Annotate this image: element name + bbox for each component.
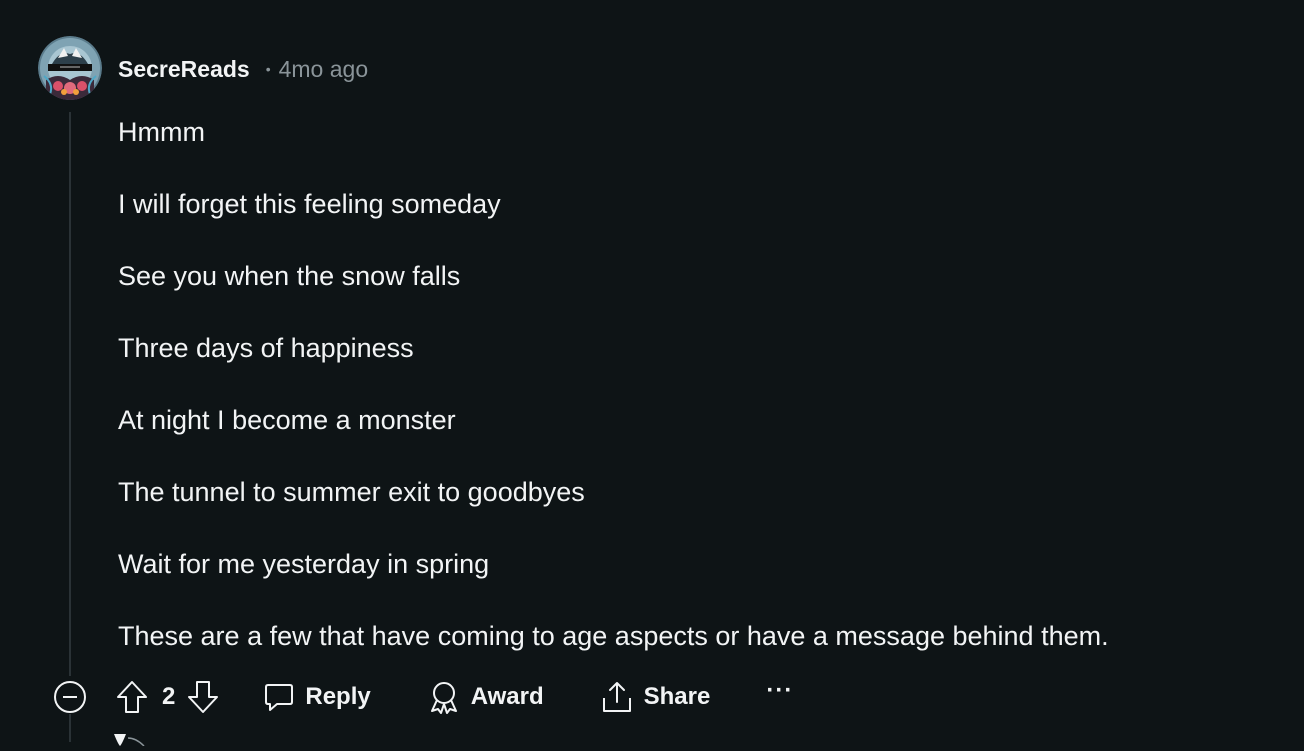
meta-separator: •	[265, 61, 271, 77]
arrow-down-icon	[188, 681, 219, 713]
collapse-button[interactable]	[52, 679, 88, 715]
comment-line: Wait for me yesterday in spring	[118, 549, 490, 579]
avatar-peek-icon	[114, 734, 145, 747]
award-ribbon-icon	[430, 682, 457, 714]
username[interactable]: SecreReads	[118, 56, 250, 83]
award-button[interactable]: Award	[427, 680, 544, 714]
comment-line: I will forget this feeling someday	[118, 189, 501, 219]
reply-button[interactable]: Reply	[263, 681, 371, 713]
share-upload-icon	[602, 682, 631, 712]
comment: SecreReads • 4mo ago Hmmm I will forget …	[0, 0, 1304, 747]
more-options-button[interactable]: ···	[766, 679, 793, 709]
thread-line[interactable]	[69, 112, 71, 676]
comment-action-bar: 2 Reply Award Share ···	[52, 676, 793, 718]
thread-line-continuation[interactable]	[69, 714, 71, 742]
avatar[interactable]	[38, 36, 102, 100]
downvote-button[interactable]	[187, 680, 219, 714]
comment-line: These are a few that have coming to age …	[118, 621, 1109, 651]
share-button[interactable]: Share	[600, 680, 711, 714]
share-label: Share	[643, 683, 711, 710]
comment-line: The tunnel to summer exit to goodbyes	[118, 477, 585, 507]
vote-count: 2	[162, 683, 176, 710]
comment-line: At night I become a monster	[118, 405, 456, 435]
minus-circle-icon	[54, 681, 86, 713]
child-comment-avatar[interactable]	[112, 733, 152, 747]
comment-line: See you when the snow falls	[118, 261, 461, 291]
award-label: Award	[470, 683, 544, 710]
comment-header: SecreReads • 4mo ago	[118, 52, 368, 86]
comment-line: Three days of happiness	[118, 333, 414, 363]
avatar-image	[38, 36, 102, 100]
speech-bubble-icon	[265, 684, 294, 711]
arrow-up-icon	[117, 681, 147, 713]
vote-controls: 2	[116, 680, 219, 714]
comment-body: Hmmm I will forget this feeling someday …	[118, 114, 1268, 690]
timestamp[interactable]: 4mo ago	[279, 56, 369, 83]
comment-line: Hmmm	[118, 117, 205, 147]
upvote-button[interactable]	[116, 680, 148, 714]
more-dots-icon: ···	[766, 677, 794, 704]
reply-label: Reply	[305, 683, 371, 710]
